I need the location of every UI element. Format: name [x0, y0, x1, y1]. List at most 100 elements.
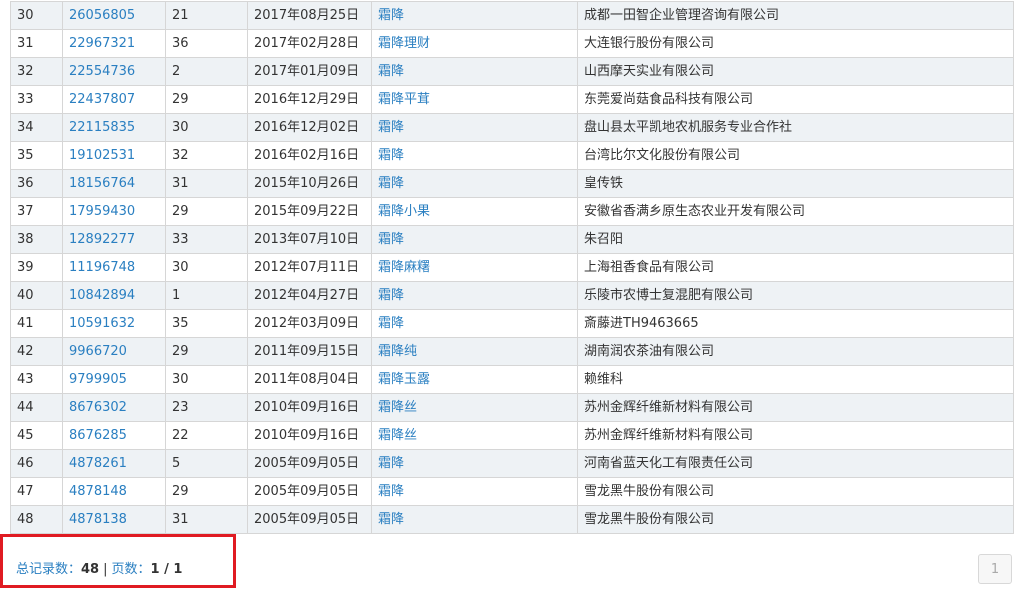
row-index: 46 — [17, 456, 34, 471]
class-number: 31 — [172, 512, 189, 527]
table-cell-class-number: 32 — [165, 141, 248, 170]
registration-number-link[interactable]: 8676302 — [69, 400, 127, 415]
class-number: 23 — [172, 400, 189, 415]
registration-number-link[interactable]: 22115835 — [69, 120, 135, 135]
table-row: 34 22115835 30 2016年12月02日 霜降 盘山县太平凯地农机服务专业合作… — [10, 113, 1014, 142]
table-cell-registration-number: 12892277 — [62, 225, 166, 254]
trademark-name-link[interactable]: 霜降 — [378, 484, 404, 499]
table-cell-applicant-name: 赖维科 — [577, 365, 1014, 394]
table-cell-applicant-name: 东莞爱尚菇食品科技有限公司 — [577, 85, 1014, 114]
table-row: 46 4878261 5 2005年09月05日 霜降 河南省蓝天化工有限责任公司 — [10, 449, 1014, 478]
trademark-name-link[interactable]: 霜降玉露 — [378, 372, 430, 387]
table-cell-applicant-name: 斎藤进TH9463665 — [577, 309, 1014, 338]
table-cell-trademark-name: 霜降丝 — [371, 393, 578, 422]
table-cell-application-date: 2015年09月22日 — [247, 197, 372, 226]
applicant-name: 东莞爱尚菇食品科技有限公司 — [584, 92, 754, 107]
trademark-name-link[interactable]: 霜降平茸 — [378, 92, 430, 107]
registration-number-link[interactable]: 22437807 — [69, 92, 135, 107]
applicant-name: 雪龙黑牛股份有限公司 — [584, 512, 715, 527]
trademark-name-link[interactable]: 霜降小果 — [378, 204, 430, 219]
pagination-page-button[interactable]: 1 — [978, 554, 1012, 584]
trademark-name-link[interactable]: 霜降丝 — [378, 400, 417, 415]
registration-number-link[interactable]: 4878148 — [69, 484, 127, 499]
table-cell-registration-number: 18156764 — [62, 169, 166, 198]
trademark-name-link[interactable]: 霜降纯 — [378, 344, 417, 359]
class-number: 22 — [172, 428, 189, 443]
trademark-name-link[interactable]: 霜降 — [378, 456, 404, 471]
registration-number-link[interactable]: 10591632 — [69, 316, 135, 331]
table-cell-trademark-name: 霜降纯 — [371, 337, 578, 366]
table-cell-registration-number: 8676285 — [62, 421, 166, 450]
registration-number-link[interactable]: 26056805 — [69, 8, 135, 23]
table-cell-trademark-name: 霜降 — [371, 477, 578, 506]
table-row: 36 18156764 31 2015年10月26日 霜降 皇传铁 — [10, 169, 1014, 198]
table-row: 32 22554736 2 2017年01月09日 霜降 山西摩天实业有限公司 — [10, 57, 1014, 86]
trademark-name-link[interactable]: 霜降理财 — [378, 36, 430, 51]
row-index: 31 — [17, 36, 34, 51]
trademark-name-link[interactable]: 霜降 — [378, 316, 404, 331]
registration-number-link[interactable]: 11196748 — [69, 260, 135, 275]
trademark-name-link[interactable]: 霜降 — [378, 8, 404, 23]
trademark-name-link[interactable]: 霜降 — [378, 120, 404, 135]
row-index: 41 — [17, 316, 34, 331]
registration-number-link[interactable]: 4878261 — [69, 456, 127, 471]
table-cell-trademark-name: 霜降 — [371, 281, 578, 310]
table-cell-class-number: 29 — [165, 85, 248, 114]
trademark-results-table: 30 26056805 21 2017年08月25日 霜降 成都一田智企业管理咨询有限公司… — [10, 1, 1014, 534]
table-cell-class-number: 29 — [165, 197, 248, 226]
row-index: 36 — [17, 176, 34, 191]
trademark-name-link[interactable]: 霜降 — [378, 176, 404, 191]
applicant-name: 台湾比尔文化股份有限公司 — [584, 148, 741, 163]
registration-number-link[interactable]: 8676285 — [69, 428, 127, 443]
application-date: 2010年09月16日 — [254, 400, 360, 415]
trademark-name-link[interactable]: 霜降 — [378, 512, 404, 527]
application-date: 2005年09月05日 — [254, 456, 360, 471]
table-cell-registration-number: 22967321 — [62, 29, 166, 58]
registration-number-link[interactable]: 22967321 — [69, 36, 135, 51]
registration-number-link[interactable]: 9799905 — [69, 372, 127, 387]
registration-number-link[interactable]: 19102531 — [69, 148, 135, 163]
trademark-name-link[interactable]: 霜降丝 — [378, 428, 417, 443]
registration-number-link[interactable]: 9966720 — [69, 344, 127, 359]
applicant-name: 苏州金辉纤维新材料有限公司 — [584, 400, 754, 415]
class-number: 35 — [172, 316, 189, 331]
table-cell-applicant-name: 安徽省香满乡原生态农业开发有限公司 — [577, 197, 1014, 226]
row-index: 30 — [17, 8, 34, 23]
applicant-name: 大连银行股份有限公司 — [584, 36, 715, 51]
registration-number-link[interactable]: 12892277 — [69, 232, 135, 247]
table-cell-row-index: 37 — [10, 197, 63, 226]
row-index: 39 — [17, 260, 34, 275]
registration-number-link[interactable]: 4878138 — [69, 512, 127, 527]
trademark-name-link[interactable]: 霜降麻糬 — [378, 260, 430, 275]
table-cell-trademark-name: 霜降麻糬 — [371, 253, 578, 282]
table-row: 40 10842894 1 2012年04月27日 霜降 乐陵市农博士复混肥有限公司 — [10, 281, 1014, 310]
table-cell-class-number: 1 — [165, 281, 248, 310]
table-cell-trademark-name: 霜降 — [371, 169, 578, 198]
table-cell-registration-number: 26056805 — [62, 1, 166, 30]
table-cell-row-index: 48 — [10, 505, 63, 534]
trademark-name-link[interactable]: 霜降 — [378, 64, 404, 79]
table-row: 41 10591632 35 2012年03月09日 霜降 斎藤进TH9463665 — [10, 309, 1014, 338]
table-cell-applicant-name: 苏州金辉纤维新材料有限公司 — [577, 421, 1014, 450]
row-index: 37 — [17, 204, 34, 219]
table-cell-trademark-name: 霜降 — [371, 309, 578, 338]
table-cell-trademark-name: 霜降 — [371, 141, 578, 170]
table-cell-class-number: 31 — [165, 169, 248, 198]
class-number: 29 — [172, 344, 189, 359]
table-cell-application-date: 2016年02月16日 — [247, 141, 372, 170]
trademark-name-link[interactable]: 霜降 — [378, 232, 404, 247]
registration-number-link[interactable]: 18156764 — [69, 176, 135, 191]
total-records-label: 总记录数： — [16, 562, 82, 577]
trademark-name-link[interactable]: 霜降 — [378, 148, 404, 163]
trademark-name-link[interactable]: 霜降 — [378, 288, 404, 303]
table-cell-row-index: 43 — [10, 365, 63, 394]
table-cell-applicant-name: 雪龙黑牛股份有限公司 — [577, 505, 1014, 534]
table-cell-registration-number: 4878261 — [62, 449, 166, 478]
table-cell-applicant-name: 乐陵市农博士复混肥有限公司 — [577, 281, 1014, 310]
registration-number-link[interactable]: 17959430 — [69, 204, 135, 219]
table-cell-row-index: 32 — [10, 57, 63, 86]
applicant-name: 安徽省香满乡原生态农业开发有限公司 — [584, 204, 806, 219]
registration-number-link[interactable]: 10842894 — [69, 288, 135, 303]
registration-number-link[interactable]: 22554736 — [69, 64, 135, 79]
table-cell-application-date: 2012年04月27日 — [247, 281, 372, 310]
